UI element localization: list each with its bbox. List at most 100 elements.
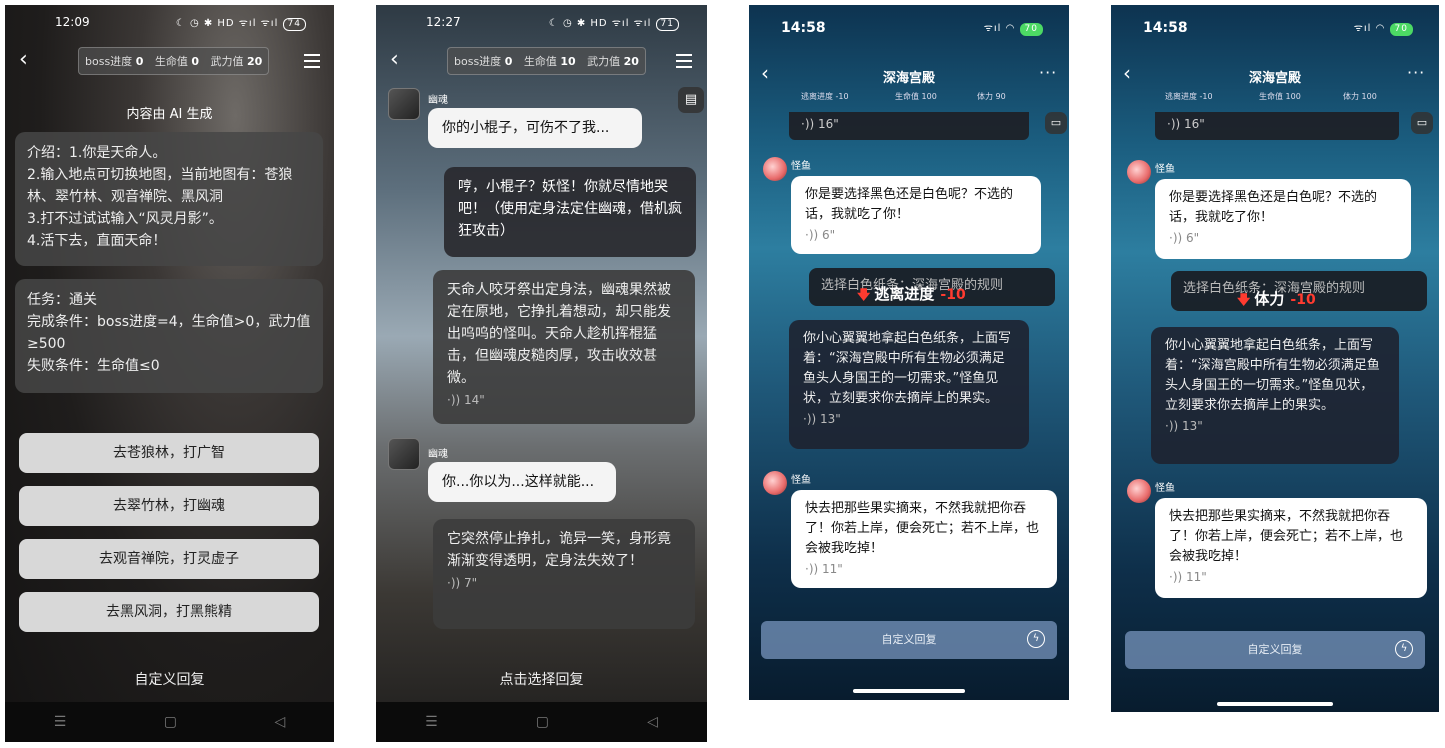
avatar <box>388 438 420 470</box>
speaker-name: 怪鱼 <box>791 475 811 486</box>
chat-bubble: 快去把那些果实摘来，不然我就把你吞了！你若上岸，便会死亡；若不上岸，也会被我吃掉… <box>1155 498 1427 598</box>
arrow-down-icon: 🡇 <box>1237 293 1251 308</box>
menu-nav-icon[interactable]: ☰ <box>54 714 67 730</box>
option-button[interactable]: 去翠竹林，打幽魂 <box>19 486 319 526</box>
custom-reply-input[interactable]: 自定义回复 ϟ <box>1125 631 1425 669</box>
status-bar: 14:58 ᯤıl ◠ 70 <box>1111 20 1439 38</box>
intro-line: 4.活下去，直面天命！ <box>27 233 167 249</box>
intro-line: 介绍：1.你是天命人。 <box>27 145 167 161</box>
bolt-icon[interactable]: ϟ <box>1027 630 1045 648</box>
chat-bubble-user: 哼，小棍子？妖怪！你就尽情地哭吧！（使用定身法定住幽魂，借机疯狂攻击） <box>444 167 696 257</box>
chat-bubble: 你是要选择黑色还是白色呢？不选的话，我就吃了你！ ·)) 6" <box>791 176 1041 254</box>
system-nav-bar: ☰ ▢ ◁ <box>5 702 334 742</box>
home-indicator <box>853 689 965 693</box>
status-bar: 14:58 ᯤıl ◠ 70 <box>749 20 1069 38</box>
battery-icon: 71 <box>655 18 679 31</box>
option-button[interactable]: 去观音禅院，打灵虚子 <box>19 539 319 579</box>
system-nav-bar: ☰ ▢ ◁ <box>376 702 707 742</box>
chat-bubble-narration: 你小心翼翼地拿起白色纸条，上面写着：“深海宫殿中所有生物必须满足鱼头人身国王的一… <box>1151 327 1399 464</box>
stamina-stat: 体力 100 <box>1343 92 1377 101</box>
clipboard-icon[interactable]: ▤ <box>678 87 704 113</box>
home-nav-icon[interactable]: ▢ <box>536 714 549 730</box>
status-bar: 12:27 ☾ ◷ ✱ HD ᯤıl ᯤıl 71 <box>376 15 707 33</box>
hp-stat: 生命值 100 <box>1259 92 1301 101</box>
voice-duration[interactable]: ·)) 6" <box>805 225 1027 245</box>
clock: 12:09 <box>55 15 90 29</box>
option-button[interactable]: 去黑风洞，打黑熊精 <box>19 592 319 632</box>
voice-duration[interactable]: ·)) 7" <box>447 572 681 594</box>
screen-2: 12:27 ☾ ◷ ✱ HD ᯤıl ᯤıl 71 ‹ boss进度 0 生命值… <box>376 5 707 742</box>
battery-icon: 70 <box>1389 23 1413 36</box>
stats-pill: boss进度 0 生命值 0 武力值 20 <box>78 47 270 75</box>
speaker-name: 怪鱼 <box>791 161 811 172</box>
task-line: 失败条件：生命值≤0 <box>27 358 160 374</box>
avatar <box>1127 479 1151 503</box>
avatar <box>1127 160 1151 184</box>
more-icon[interactable]: ··· <box>1039 63 1057 82</box>
escape-stat: 逃离进度 -10 <box>1165 92 1213 101</box>
chat-bubble-narration: 它突然停止挣扎，诡异一笑，身形竟渐渐变得透明，定身法失效了！ ·)) 7" <box>433 519 695 629</box>
status-icons: ☾ ◷ ✱ HD ᯤıl ᯤıl 71 <box>549 15 679 31</box>
bolt-icon[interactable]: ϟ <box>1395 640 1413 658</box>
custom-reply-button[interactable]: 自定义回复 <box>5 669 334 689</box>
voice-duration[interactable]: ·)) 16" <box>1155 112 1399 140</box>
menu-nav-icon[interactable]: ☰ <box>425 714 438 730</box>
voice-duration[interactable]: ·)) 6" <box>1169 228 1397 248</box>
status-icons: ☾ ◷ ✱ HD ᯤıl ᯤıl 74 <box>176 15 306 31</box>
speaker-name: 怪鱼 <box>1155 164 1175 175</box>
ai-notice: 内容由 AI 生成 <box>126 107 213 122</box>
intro-card: 介绍：1.你是天命人。 2.输入地点可切换地图，当前地图有：苍狼林、翠竹林、观音… <box>15 132 323 266</box>
chat-bubble: 你...你以为...这样就能... <box>428 462 616 502</box>
menu-icon[interactable] <box>676 54 692 68</box>
back-nav-icon[interactable]: ◁ <box>647 714 658 730</box>
arrow-down-icon: 🡇 <box>857 288 871 303</box>
escape-stat: 逃离进度 -10 <box>801 92 849 101</box>
home-nav-icon[interactable]: ▢ <box>164 714 177 730</box>
speaker-name: 幽魂 <box>428 95 448 106</box>
select-reply-button[interactable]: 点击选择回复 <box>376 669 707 689</box>
chat-bubble: 你是要选择黑色还是白色呢？不选的话，我就吃了你！ ·)) 6" <box>1155 179 1411 259</box>
stats-pill: boss进度 0 生命值 10 武力值 20 <box>447 47 646 75</box>
voice-duration[interactable]: ·)) 11" <box>1169 567 1413 587</box>
chat-bubble-narration: 你小心翼翼地拿起白色纸条，上面写着：“深海宫殿中所有生物必须满足鱼头人身国王的一… <box>789 320 1029 449</box>
clock: 12:27 <box>426 15 461 29</box>
task-card: 任务：通关 完成条件：boss进度=4，生命值>0，武力值≥500 失败条件：生… <box>15 279 323 393</box>
more-icon[interactable]: ··· <box>1407 63 1425 82</box>
option-button[interactable]: 去苍狼林，打广智 <box>19 433 319 473</box>
hp-stat: 生命值 100 <box>895 92 937 101</box>
battery-icon: 74 <box>282 18 306 31</box>
voice-duration[interactable]: ·)) 14" <box>447 389 681 411</box>
voice-duration[interactable]: ·)) 16" <box>789 112 1029 140</box>
avatar <box>763 157 787 181</box>
status-bar: 12:09 ☾ ◷ ✱ HD ᯤıl ᯤıl 74 <box>5 15 334 33</box>
stat-change-toast: 🡇 逃离进度 -10 <box>857 285 966 303</box>
intro-line: 2.输入地点可切换地图，当前地图有：苍狼林、翠竹林、观音禅院、黑风洞 <box>27 167 293 205</box>
page-title: 深海宫殿 <box>882 71 935 86</box>
status-icons: ᯤıl ◠ 70 <box>984 20 1043 36</box>
stamina-stat: 体力 90 <box>977 92 1006 101</box>
battery-icon: 70 <box>1019 23 1043 36</box>
box-icon[interactable]: ▭ <box>1411 112 1433 134</box>
speaker-name: 怪鱼 <box>1155 483 1175 494</box>
clock: 14:58 <box>1143 20 1188 36</box>
chat-bubble-narration: 天命人咬牙祭出定身法，幽魂果然被定在原地，它挣扎着想动，却只能发出呜呜的怪叫。天… <box>433 270 695 424</box>
stat-change-toast: 🡇 体力 -10 <box>1237 290 1316 308</box>
voice-duration[interactable]: ·)) 11" <box>805 559 1043 579</box>
voice-duration[interactable]: ·)) 13" <box>803 409 1015 429</box>
avatar <box>388 88 420 120</box>
back-arrow-icon[interactable]: ‹ <box>390 47 399 72</box>
screen-4: 14:58 ᯤıl ◠ 70 ‹ 深海宫殿 ··· 逃离进度 -10 生命值 1… <box>1111 5 1439 712</box>
voice-duration[interactable]: ·)) 13" <box>1165 416 1385 436</box>
page-title: 深海宫殿 <box>1248 71 1301 86</box>
box-icon[interactable]: ▭ <box>1045 112 1067 134</box>
back-nav-icon[interactable]: ◁ <box>274 714 285 730</box>
task-line: 任务：通关 <box>27 292 97 308</box>
menu-icon[interactable] <box>304 54 320 68</box>
chat-bubble: 你的小棍子，可伤不了我... <box>428 108 642 148</box>
task-line: 完成条件：boss进度=4，生命值>0，武力值≥500 <box>27 314 311 352</box>
back-arrow-icon[interactable]: ‹ <box>19 47 28 72</box>
intro-line: 3.打不过试试输入“风灵月影”。 <box>27 211 223 227</box>
custom-reply-input[interactable]: 自定义回复 ϟ <box>761 621 1057 659</box>
home-indicator <box>1217 702 1333 706</box>
speaker-name: 幽魂 <box>428 449 448 460</box>
